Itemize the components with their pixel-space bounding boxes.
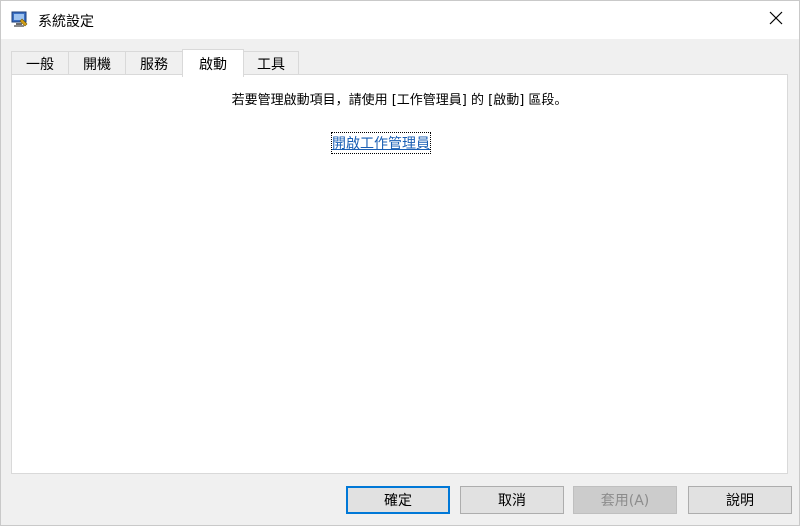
system-config-icon [11, 10, 29, 28]
startup-panel: 若要管理啟動項目，請使用 [工作管理員] 的 [啟動] 區段。 開啟工作管理員 [11, 74, 788, 474]
tab-general[interactable]: 一般 [11, 51, 69, 75]
tab-tools[interactable]: 工具 [243, 51, 299, 75]
help-button[interactable]: 說明 [688, 486, 792, 514]
close-button[interactable] [753, 1, 799, 39]
title-bar: 系統設定 [1, 1, 799, 39]
system-configuration-window: 系統設定 一般 開機 服務 啟動 工具 若要管理啟動項目，請使用 [工作管理員]… [0, 0, 800, 526]
ok-button[interactable]: 確定 [346, 486, 450, 514]
tab-startup[interactable]: 啟動 [182, 49, 244, 77]
tab-boot[interactable]: 開機 [68, 51, 126, 75]
close-icon [769, 11, 783, 29]
tab-services[interactable]: 服務 [125, 51, 183, 75]
startup-instruction: 若要管理啟動項目，請使用 [工作管理員] 的 [啟動] 區段。 [231, 93, 568, 108]
cancel-button[interactable]: 取消 [460, 486, 564, 514]
open-task-manager-link[interactable]: 開啟工作管理員 [331, 132, 431, 154]
apply-button[interactable]: 套用(A) [573, 486, 677, 514]
window-title: 系統設定 [38, 14, 94, 30]
